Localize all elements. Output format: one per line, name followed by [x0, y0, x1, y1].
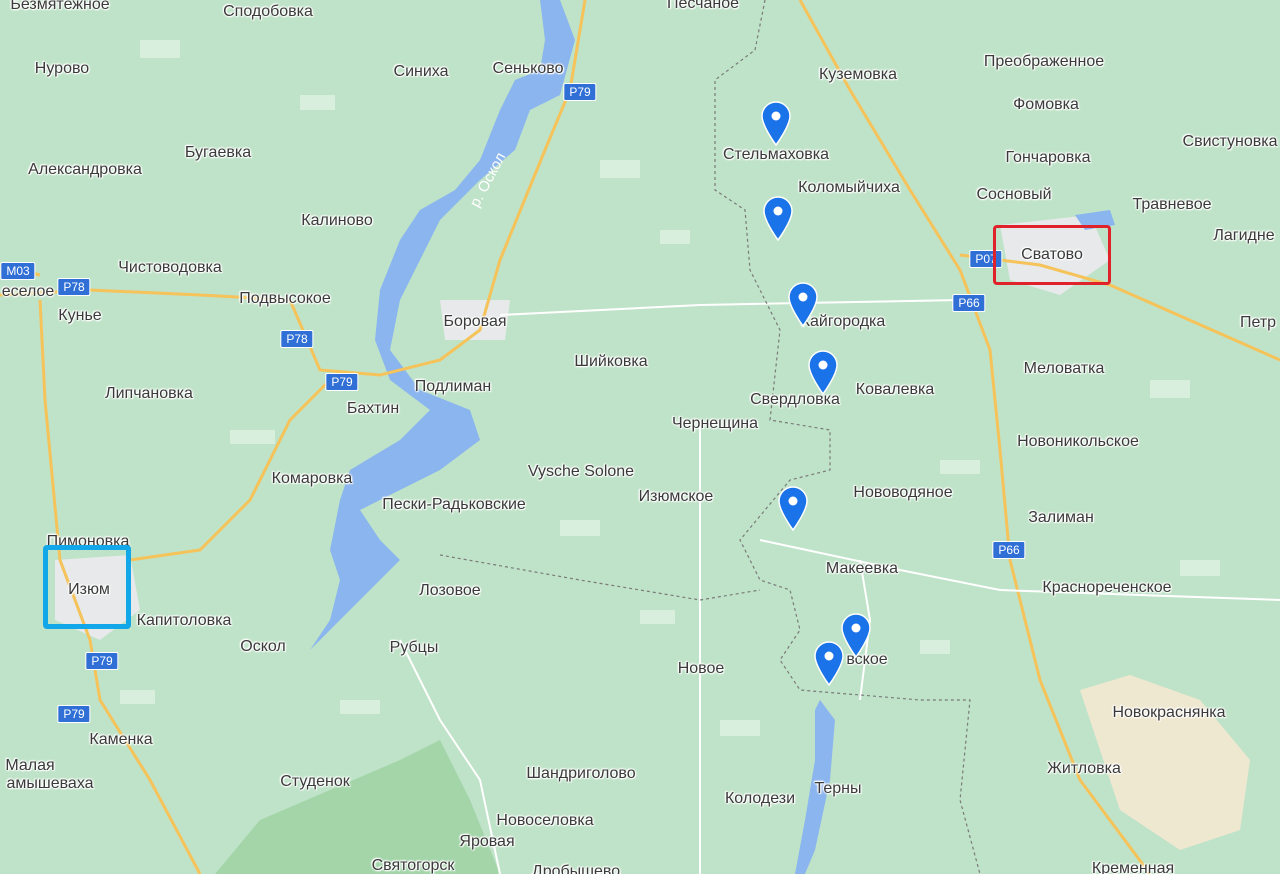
place-label: Бугаевка: [184, 144, 252, 161]
place-label: Колодези: [724, 790, 796, 807]
place-label: Пески-Радьковские: [382, 496, 526, 513]
road-shield: P66: [952, 294, 986, 312]
place-label: Сосновый: [976, 186, 1052, 203]
place-label: Комаровка: [271, 470, 353, 487]
place-label: Каменка: [89, 731, 153, 748]
location-pin-icon[interactable]: [807, 349, 839, 396]
place-label: Гончаровка: [1005, 149, 1091, 166]
place-label: Новокраснянка: [1112, 704, 1226, 721]
place-label: Петр: [1239, 314, 1277, 331]
place-label: Нурово: [34, 60, 90, 77]
place-label: еселое: [1, 283, 55, 300]
place-label: Капитоловка: [136, 612, 232, 629]
place-label: Ковалевка: [855, 381, 935, 398]
place-label: Изюмское: [638, 488, 714, 505]
location-pin-icon[interactable]: [760, 100, 792, 147]
place-label: Нововодяное: [853, 484, 953, 501]
road-shield: P79: [85, 652, 119, 670]
place-label: Липчановка: [105, 385, 193, 402]
road-shield: P79: [325, 373, 359, 391]
place-label: Шийковка: [574, 353, 648, 370]
place-label: Меловатка: [1023, 360, 1105, 377]
place-label: Боровая: [443, 313, 507, 330]
place-label: Дробышево: [531, 863, 621, 874]
location-pin-icon[interactable]: [787, 281, 819, 328]
place-label: Лагидне: [1213, 227, 1275, 244]
place-label: Лозовое: [419, 582, 481, 599]
place-label: Оскол: [240, 638, 286, 655]
place-label: Новое: [677, 660, 725, 677]
place-label: Сподобовка: [223, 3, 313, 20]
place-label: Подлиман: [414, 378, 492, 395]
place-label: Красноречен­ское: [1042, 579, 1172, 596]
place-label: Безмятежное: [10, 0, 110, 13]
place-label: Куземовка: [818, 66, 898, 83]
place-label: Синиха: [393, 63, 449, 80]
place-label: Житловка: [1047, 760, 1121, 777]
svatovo-highlight: [993, 225, 1111, 285]
place-label: Чернещина: [671, 415, 759, 432]
place-label: Новоникольское: [1017, 433, 1139, 450]
place-label: Яровая: [459, 833, 515, 850]
place-label: Свистуновка: [1182, 133, 1278, 150]
place-label: Студенок: [280, 773, 350, 790]
place-label: Фомовка: [1013, 96, 1079, 113]
place-label: Травневое: [1132, 196, 1212, 213]
place-label: Терны: [814, 780, 862, 797]
place-label: Бахтин: [346, 400, 400, 417]
location-pin-icon[interactable]: [762, 195, 794, 242]
place-label: Калиново: [301, 212, 373, 229]
place-label: Коломыйчиха: [798, 179, 900, 196]
place-label: Кременная: [1091, 860, 1175, 874]
izyum-highlight: [43, 545, 131, 629]
road-shield: P66: [992, 541, 1026, 559]
place-label: Малая: [5, 757, 55, 774]
map-view[interactable]: Безмятежное Сподобовка Песчаное Нурово Синих…: [0, 0, 1280, 874]
road-shield: P79: [563, 83, 597, 101]
location-pin-icon[interactable]: [777, 485, 809, 532]
place-label: Святогорск: [371, 857, 455, 874]
place-label: амышеваха: [6, 775, 94, 792]
place-label: Стельмаховка: [722, 146, 830, 163]
place-label: Песчаное: [666, 0, 740, 12]
road-shield: M03: [0, 262, 36, 280]
place-label: Подвысокое: [239, 290, 331, 307]
road-shield: P78: [57, 278, 91, 296]
place-label: Чистоводовка: [118, 259, 222, 276]
place-label: Новоселовка: [496, 812, 594, 829]
place-label: Кунье: [58, 307, 102, 324]
place-label: Рубцы: [389, 639, 439, 656]
road-shield: P78: [280, 330, 314, 348]
location-pin-icon[interactable]: [813, 640, 845, 687]
place-label: Макеевка: [825, 560, 899, 577]
place-label: Преображенное: [983, 53, 1105, 70]
road-shield: P79: [57, 705, 91, 723]
place-label: Залиман: [1028, 509, 1094, 526]
place-label: Vysche Solone: [527, 463, 635, 480]
place-label: Шандриголово: [526, 765, 636, 782]
place-label: Сеньково: [492, 60, 564, 77]
place-label: Александровка: [28, 161, 142, 178]
